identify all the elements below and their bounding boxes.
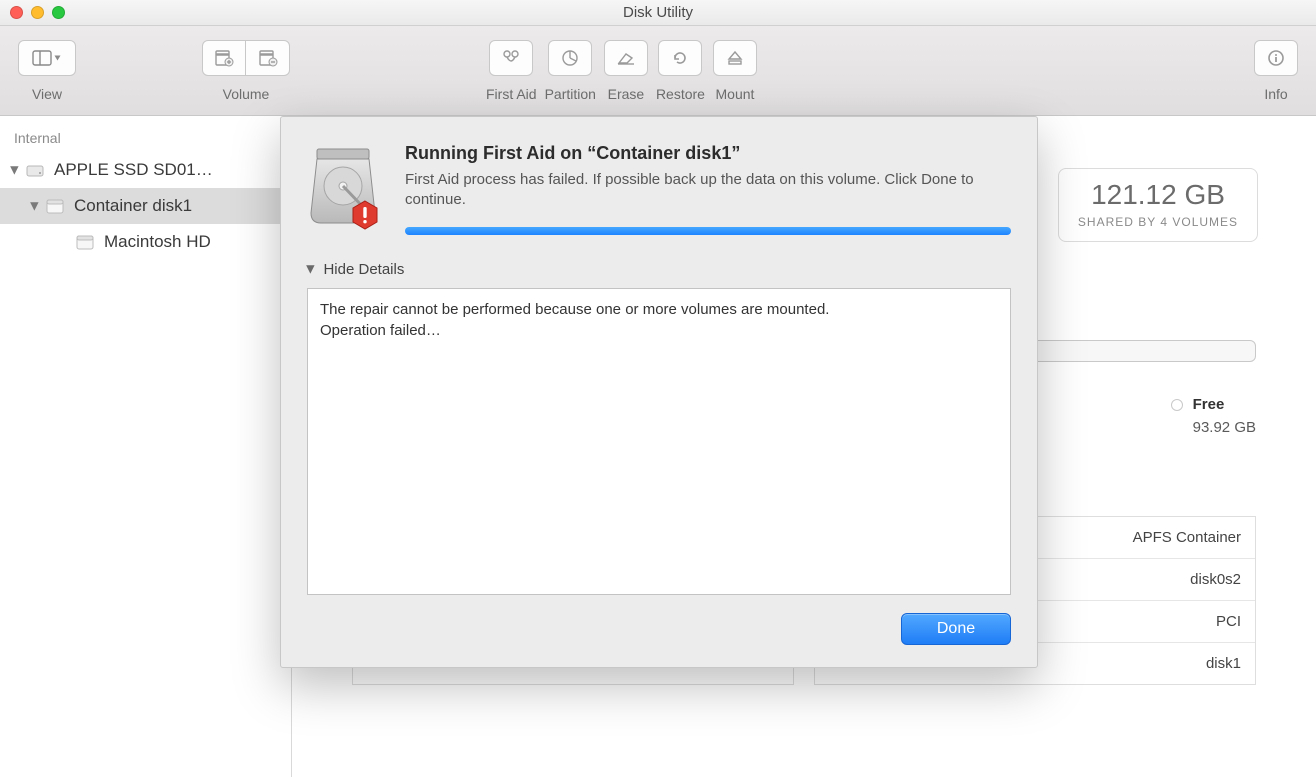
sidebar-item-label: Macintosh HD (104, 232, 211, 252)
firstaid-dialog: Running First Aid on “Container disk1” F… (280, 116, 1038, 668)
partition-icon (561, 49, 579, 67)
done-button[interactable]: Done (901, 613, 1011, 645)
partition-button[interactable] (548, 40, 592, 76)
volume-label: Volume (223, 86, 270, 102)
legend-free-label: Free (1193, 396, 1225, 413)
view-button[interactable] (18, 40, 76, 76)
firstaid-button[interactable] (489, 40, 533, 76)
titlebar: Disk Utility (0, 0, 1316, 26)
harddrive-icon (24, 159, 46, 181)
disclosure-triangle-icon[interactable]: ▶ (9, 165, 22, 175)
capacity-value: 121.12 GB (1071, 179, 1245, 211)
toolbar: View Volume (0, 26, 1316, 116)
volume-add-icon (214, 49, 234, 67)
erase-button[interactable] (604, 40, 648, 76)
sidebar-item-container[interactable]: ▶ Container disk1 (0, 188, 291, 224)
dialog-message: First Aid process has failed. If possibl… (405, 170, 1011, 211)
capacity-subtitle: SHARED BY 4 VOLUMES (1071, 215, 1245, 229)
capacity-box: 121.12 GB SHARED BY 4 VOLUMES (1058, 168, 1258, 242)
info-label: Info (1264, 86, 1287, 102)
partition-label: Partition (545, 86, 596, 102)
info-button[interactable] (1254, 40, 1298, 76)
legend-swatch-free (1171, 399, 1183, 411)
volume-icon (44, 195, 66, 217)
sidebar-item-label: APPLE SSD SD01… (54, 160, 213, 180)
volume-icon (74, 231, 96, 253)
erase-label: Erase (608, 86, 645, 102)
detail-value: disk0s2 (1190, 571, 1241, 588)
detail-value: PCI (1216, 613, 1241, 630)
disclosure-triangle-icon[interactable]: ▶ (29, 201, 42, 211)
detail-value: disk1 (1206, 655, 1241, 672)
erase-icon (616, 50, 636, 66)
restore-button[interactable] (658, 40, 702, 76)
window-title: Disk Utility (0, 4, 1316, 21)
log-line: The repair cannot be performed because o… (320, 299, 998, 320)
eject-icon (727, 49, 743, 67)
restore-icon (671, 49, 689, 67)
usage-legend: Free 93.92 GB (1171, 396, 1256, 436)
disk-error-icon (307, 143, 385, 233)
details-toggle-label: Hide Details (323, 261, 404, 278)
stethoscope-icon (501, 49, 521, 67)
sidebar-section-header: Internal (0, 126, 291, 152)
firstaid-label: First Aid (486, 86, 537, 102)
view-label: View (32, 86, 62, 102)
legend-free-value: 93.92 GB (1193, 419, 1256, 436)
dialog-title: Running First Aid on “Container disk1” (405, 143, 1011, 164)
sidebar-item-physical-disk[interactable]: ▶ APPLE SSD SD01… (0, 152, 291, 188)
info-icon (1267, 49, 1285, 67)
sidebar-item-volume[interactable]: Macintosh HD (0, 224, 291, 260)
detail-value: APFS Container (1133, 529, 1241, 546)
volume-add-button[interactable] (202, 40, 246, 76)
volume-remove-button[interactable] (246, 40, 290, 76)
sidebar-icon (32, 50, 62, 66)
sidebar: Internal ▶ APPLE SSD SD01… ▶ Container d… (0, 116, 292, 777)
details-toggle[interactable]: ▶ Hide Details (307, 261, 1011, 278)
details-log[interactable]: The repair cannot be performed because o… (307, 288, 1011, 596)
progress-bar (405, 227, 1011, 235)
done-button-label: Done (937, 620, 975, 638)
mount-button[interactable] (713, 40, 757, 76)
mount-label: Mount (716, 86, 755, 102)
disclosure-triangle-icon: ▶ (305, 265, 318, 273)
volume-remove-icon (258, 49, 278, 67)
restore-label: Restore (656, 86, 705, 102)
log-line: Operation failed… (320, 320, 998, 341)
sidebar-item-label: Container disk1 (74, 196, 192, 216)
